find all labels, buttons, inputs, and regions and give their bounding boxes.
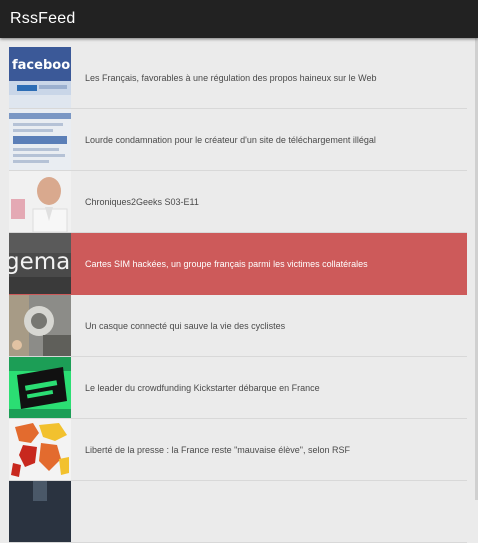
feed-item[interactable]: Liberté de la presse : la France reste "… xyxy=(9,419,467,481)
gemalto-sign-text: gemal xyxy=(9,249,71,275)
feed-item-title: Liberté de la presse : la France reste "… xyxy=(85,444,351,455)
feed-item-title: Les Français, favorables à une régulatio… xyxy=(85,72,377,83)
cyclist-helmet-thumbnail xyxy=(9,295,71,356)
feed-item-title: Chroniques2Geeks S03-E11 xyxy=(85,196,199,207)
feed-item[interactable]: facebook Les Français, favorables à une … xyxy=(9,47,467,109)
feed-item-selected[interactable]: gemal Cartes SIM hackées, un groupe fran… xyxy=(9,233,467,295)
feed-item[interactable]: Lourde condamnation pour le créateur d'u… xyxy=(9,109,467,171)
feed-item[interactable]: Un casque connecté qui sauve la vie des … xyxy=(9,295,467,357)
feed-item-title: Le leader du crowdfunding Kickstarter dé… xyxy=(85,382,320,393)
gemalto-sign-thumbnail: gemal xyxy=(9,233,71,294)
facebook-logo-thumbnail: facebook xyxy=(9,47,71,108)
feed-item-title: Cartes SIM hackées, un groupe français p… xyxy=(85,258,368,269)
press-freedom-map-thumbnail xyxy=(9,419,71,480)
feed-list: facebook Les Français, favorables à une … xyxy=(9,47,467,543)
partial-photo-thumbnail xyxy=(9,481,71,542)
action-bar: RssFeed xyxy=(0,0,478,38)
feed-item-title: Lourde condamnation pour le créateur d'u… xyxy=(85,134,376,145)
feed-item[interactable]: Chroniques2Geeks S03-E11 xyxy=(9,171,467,233)
feed-item-title: Un casque connecté qui sauve la vie des … xyxy=(85,320,286,331)
facebook-logo-text: facebook xyxy=(12,58,71,73)
feed-item-partial[interactable] xyxy=(9,481,467,543)
website-screenshot-thumbnail xyxy=(9,109,71,170)
kickstarter-thumbnail xyxy=(9,357,71,418)
person-portrait-thumbnail xyxy=(9,171,71,232)
feed-item[interactable]: Le leader du crowdfunding Kickstarter dé… xyxy=(9,357,467,419)
app-title: RssFeed xyxy=(10,10,76,27)
